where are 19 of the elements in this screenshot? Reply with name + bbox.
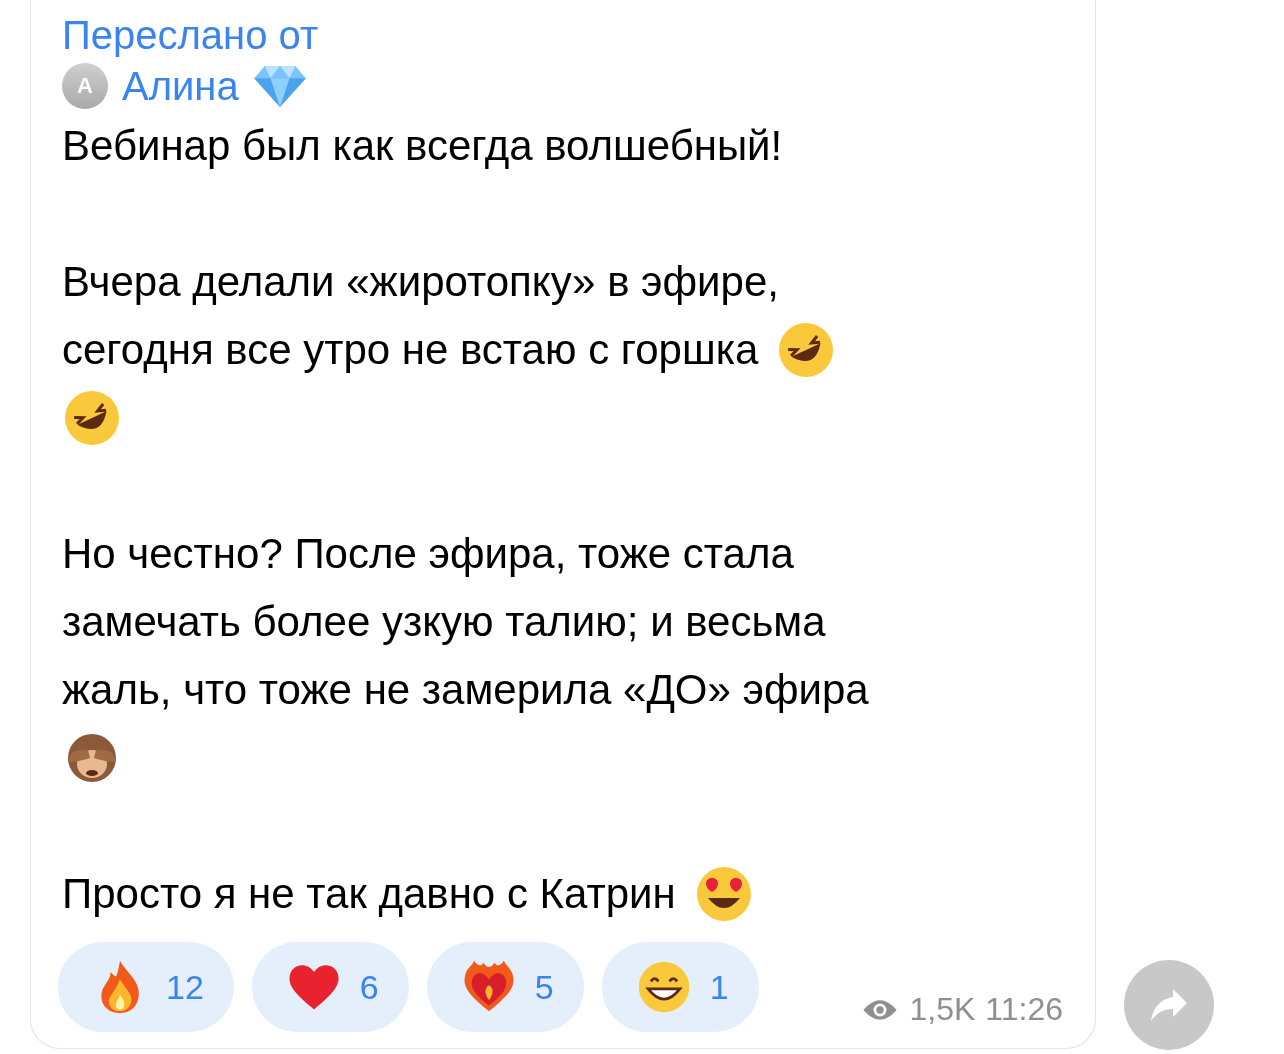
- message-text: Просто я не так давно с Катрин: [62, 870, 676, 918]
- reaction-button[interactable]: 12: [58, 942, 234, 1032]
- message-text: Вчера делали «жиротопку» в эфире,: [62, 258, 779, 306]
- message-text: Но честно? После эфира, тоже стала: [62, 530, 794, 578]
- message-text: Вебинар был как всегда волшебный!: [62, 122, 783, 170]
- reaction-button[interactable]: 6: [251, 942, 409, 1032]
- view-count: 1,5K: [909, 991, 976, 1028]
- reaction-button[interactable]: 1: [601, 942, 759, 1032]
- message-text: сегодня все утро не встаю с горшка: [62, 326, 759, 374]
- forwarded-label: Переслано от: [62, 13, 319, 57]
- diamond-icon: [252, 64, 307, 108]
- laughing-face-icon: [62, 388, 122, 448]
- message-text: жаль, что тоже не замерила «ДО» эфира: [62, 666, 869, 714]
- reaction-button[interactable]: 5: [426, 942, 584, 1032]
- avatar[interactable]: A: [62, 63, 108, 109]
- message-time: 11:26: [985, 991, 1063, 1028]
- message-text: замечать более узкую талию; и весьма: [62, 598, 826, 646]
- share-arrow-icon: [1149, 987, 1189, 1023]
- sender-name[interactable]: Алина: [122, 63, 239, 109]
